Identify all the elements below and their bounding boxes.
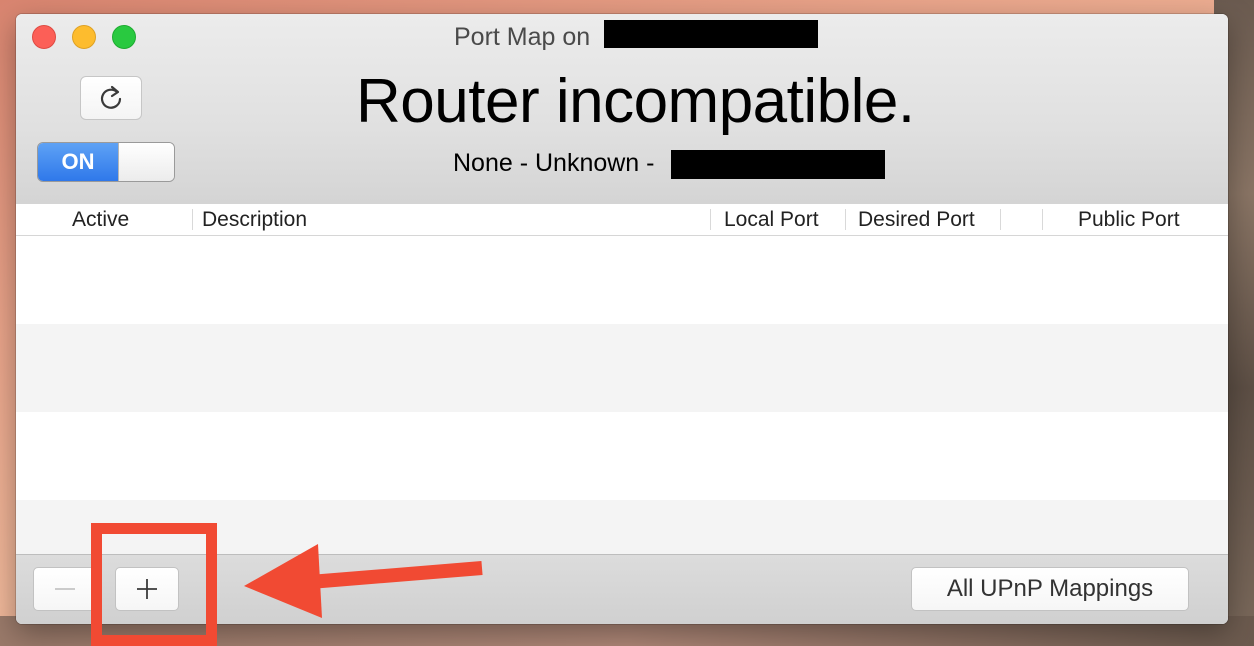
annotation-highlight-box — [91, 523, 217, 646]
toggle-knob[interactable] — [118, 143, 174, 181]
column-separator — [710, 209, 711, 230]
table-row[interactable] — [16, 236, 1228, 324]
refresh-button[interactable] — [80, 76, 142, 120]
table-column-header: Active Description Local Port Desired Po… — [16, 204, 1228, 236]
column-separator — [1042, 209, 1043, 230]
zoom-window-button[interactable] — [112, 25, 136, 49]
table-row[interactable] — [16, 412, 1228, 500]
column-public-port[interactable]: Public Port — [1078, 204, 1180, 235]
close-window-button[interactable] — [32, 25, 56, 49]
column-desired-port[interactable]: Desired Port — [858, 204, 975, 235]
minimize-window-button[interactable] — [72, 25, 96, 49]
column-local-port[interactable]: Local Port — [724, 204, 819, 235]
minus-icon — [55, 588, 75, 590]
all-upnp-mappings-button[interactable]: All UPnP Mappings — [911, 567, 1189, 611]
annotation-arrow-icon — [244, 544, 483, 618]
table-row[interactable] — [16, 324, 1228, 412]
mappings-table-body[interactable] — [16, 236, 1228, 554]
status-subline: None - Unknown - — [453, 149, 655, 177]
toggle-on-label: ON — [38, 143, 118, 181]
window-header: Port Map on ON Router incompatible. None… — [16, 14, 1228, 205]
window-title: Port Map on — [454, 23, 591, 51]
remove-mapping-button[interactable] — [33, 567, 97, 611]
column-active[interactable]: Active — [72, 204, 129, 235]
column-description[interactable]: Description — [202, 204, 307, 235]
column-separator — [192, 209, 193, 230]
redacted-router-name — [604, 20, 818, 48]
status-headline: Router incompatible. — [356, 67, 915, 136]
refresh-icon — [100, 85, 122, 109]
column-separator — [1000, 209, 1001, 230]
redacted-router-address — [671, 150, 885, 179]
column-separator — [845, 209, 846, 230]
mapping-toggle-switch[interactable]: ON — [37, 142, 175, 182]
